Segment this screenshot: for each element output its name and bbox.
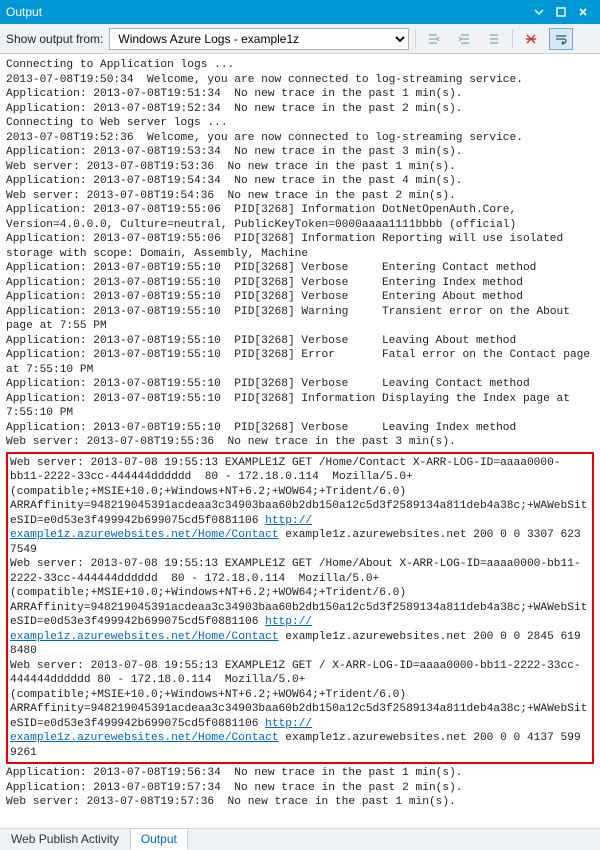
close-button[interactable] (572, 3, 594, 21)
log-line: Application: 2013-07-08T19:55:10 PID[326… (6, 262, 536, 274)
log-hyperlink[interactable]: http:// (265, 616, 312, 628)
log-hyperlink[interactable]: http:// (265, 515, 312, 527)
indent-both-button[interactable] (482, 28, 506, 50)
indent-left-button[interactable] (422, 28, 446, 50)
log-line: 2013-07-08T19:50:34 Welcome, you are now… (6, 74, 523, 86)
log-hyperlink[interactable]: example1z.azurewebsites.net/Home/Contact (10, 631, 279, 643)
log-line: Web server: 2013-07-08T19:54:36 No new t… (6, 190, 456, 202)
log-line: Application: 2013-07-08T19:52:34 No new … (6, 103, 463, 115)
log-line: Web server: 2013-07-08T19:55:36 No new t… (6, 436, 456, 448)
log-line: Connecting to Application logs ... (6, 59, 234, 71)
log-line: Connecting to Web server logs ... (6, 117, 228, 129)
log-line: Application: 2013-07-08T19:55:10 PID[326… (6, 277, 523, 289)
log-line: Application: 2013-07-08T19:55:10 PID[326… (6, 306, 577, 333)
log-line: Application: 2013-07-08T19:55:10 PID[326… (6, 393, 577, 420)
log-line: Application: 2013-07-08T19:54:34 No new … (6, 175, 463, 187)
log-hyperlink[interactable]: http:// (265, 718, 312, 730)
toolbar-divider (415, 30, 416, 48)
toolbar: Show output from: Windows Azure Logs - e… (0, 24, 600, 54)
dropdown-position-button[interactable] (528, 3, 550, 21)
log-line: Application: 2013-07-08T19:55:06 PID[326… (6, 204, 523, 231)
log-line: Web server: 2013-07-08T19:57:36 No new t… (6, 796, 456, 808)
log-line: Application: 2013-07-08T19:55:10 PID[326… (6, 291, 523, 303)
title-bar: Output (0, 0, 600, 24)
log-line: Application: 2013-07-08T19:55:10 PID[326… (6, 335, 516, 347)
footer-tabs: Web Publish Activity Output (0, 828, 600, 850)
log-hyperlink[interactable]: example1z.azurewebsites.net/Home/Contact (10, 732, 279, 744)
output-source-select[interactable]: Windows Azure Logs - example1z (109, 28, 409, 50)
highlighted-log-block: Web server: 2013-07-08 19:55:13 EXAMPLE1… (6, 452, 594, 765)
log-line: Application: 2013-07-08T19:56:34 No new … (6, 767, 463, 779)
clear-all-button[interactable] (519, 28, 543, 50)
toolbar-divider (512, 30, 513, 48)
tab-output[interactable]: Output (130, 828, 188, 850)
toggle-word-wrap-button[interactable] (549, 28, 573, 50)
log-line: Application: 2013-07-08T19:55:10 PID[326… (6, 349, 597, 376)
log-line: Application: 2013-07-08T19:55:10 PID[326… (6, 422, 516, 434)
output-text-area[interactable]: Connecting to Application logs ... 2013-… (0, 54, 600, 828)
output-source-label: Show output from: (6, 32, 103, 46)
log-line: Application: 2013-07-08T19:51:34 No new … (6, 88, 463, 100)
log-line: Application: 2013-07-08T19:53:34 No new … (6, 146, 463, 158)
log-line: Application: 2013-07-08T19:55:06 PID[326… (6, 233, 570, 260)
window-title: Output (6, 5, 528, 19)
log-line: Application: 2013-07-08T19:57:34 No new … (6, 782, 463, 794)
log-line: 2013-07-08T19:52:36 Welcome, you are now… (6, 132, 523, 144)
maximize-button[interactable] (550, 3, 572, 21)
tab-web-publish-activity[interactable]: Web Publish Activity (0, 828, 130, 850)
indent-right-button[interactable] (452, 28, 476, 50)
log-line: Web server: 2013-07-08T19:53:36 No new t… (6, 161, 456, 173)
log-line: Application: 2013-07-08T19:55:10 PID[326… (6, 378, 530, 390)
log-hyperlink[interactable]: example1z.azurewebsites.net/Home/Contact (10, 529, 279, 541)
